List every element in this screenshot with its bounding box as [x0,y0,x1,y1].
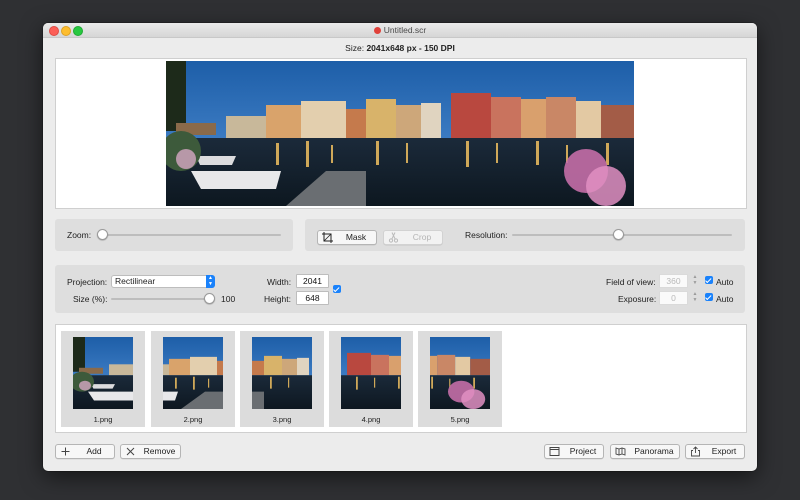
thumbnail-caption: 3.png [272,415,292,424]
projection-value: Rectilinear [115,276,156,286]
image-thumbnail[interactable]: 3.png [240,331,324,427]
projection-select[interactable]: Rectilinear ▲ ▼ [111,275,215,288]
image-thumbnail[interactable]: 1.png [61,331,145,427]
project-button[interactable]: Project [544,444,604,459]
thumbnail-image [341,337,401,409]
close-icon [126,447,135,456]
remove-label: Remove [143,446,176,456]
exposure-input[interactable]: 0 [659,291,688,305]
zoom-slider-knob[interactable] [97,229,108,240]
panorama-button[interactable]: Panorama [610,444,680,459]
width-label: Width: [267,277,292,287]
size-info: Size: 2041x648 px - 150 DPI [43,43,757,53]
document-icon [373,27,381,34]
select-arrows-icon: ▲ ▼ [206,275,215,288]
panorama-preview [55,58,747,209]
crop-icon [322,232,333,243]
size-value: 2041x648 px - 150 DPI [366,43,455,53]
exposure-auto-label: Auto [716,294,734,304]
window-title-container: Untitled.scr [43,25,757,35]
fov-stepper[interactable]: ▲ ▼ [692,274,698,286]
thumbnail-caption: 4.png [361,415,381,424]
export-label: Export [711,446,737,456]
size-percent-value: 100 [221,294,236,304]
exposure-auto-checkbox[interactable] [705,293,713,301]
zoom-slider[interactable] [99,234,281,236]
thumbnail-image [73,337,133,409]
add-label: Add [86,446,102,456]
crop-label: Crop [412,232,432,242]
mask-button[interactable]: Mask [317,230,377,245]
fov-label: Field of view: [606,277,656,287]
size-label: Size: [345,43,365,53]
panorama-label: Panorama [634,446,674,456]
height-input[interactable]: 648 [296,291,329,305]
thumbnail-caption: 1.png [93,415,113,424]
source-images-list: 1.png 2.png 3.png 4.png 5.png [55,324,747,433]
panorama-icon [615,447,626,456]
project-label: Project [569,446,597,456]
zoom-group: Zoom: [55,219,293,251]
size-slider-knob[interactable] [204,293,215,304]
resolution-label: Resolution: [465,230,508,240]
exposure-stepper[interactable]: ▲ ▼ [692,291,698,303]
image-thumbnail[interactable]: 4.png [329,331,413,427]
window-icon [549,447,560,456]
crop-button[interactable]: Crop [383,230,443,245]
resolution-slider-knob[interactable] [613,229,625,240]
thumbnail-caption: 5.png [450,415,470,424]
link-dimensions-checkbox[interactable] [333,285,341,293]
size-slider[interactable] [111,298,211,300]
image-thumbnail[interactable]: 2.png [151,331,235,427]
remove-button[interactable]: Remove [120,444,181,459]
thumbnail-image [430,337,490,409]
settings-group: Projection: Rectilinear ▲ ▼ Size (%): 100… [55,265,745,313]
scissors-icon [388,232,399,243]
projection-label: Projection: [67,277,108,287]
export-button[interactable]: Export [685,444,745,459]
width-input[interactable]: 2041 [296,274,329,288]
window-title: Untitled.scr [383,25,427,35]
plus-icon [61,447,70,456]
thumbnail-image [163,337,223,409]
share-icon [691,446,700,457]
size-percent-label: Size (%): [73,294,108,304]
fov-auto-label: Auto [716,277,734,287]
add-button[interactable]: Add [55,444,115,459]
fov-auto-checkbox[interactable] [705,276,713,284]
exposure-label: Exposure: [618,294,657,304]
height-label: Height: [264,294,291,304]
mask-label: Mask [345,232,367,242]
title-bar: Untitled.scr [43,23,757,38]
thumbnail-image [252,337,312,409]
mask-crop-group: Mask Crop Resolution: [305,219,745,251]
image-thumbnail[interactable]: 5.png [418,331,502,427]
panorama-image [166,61,634,206]
fov-input[interactable]: 360 [659,274,688,288]
thumbnail-caption: 2.png [183,415,203,424]
app-window: Untitled.scr Size: 2041x648 px - 150 DPI… [43,23,757,471]
zoom-label: Zoom: [67,230,92,240]
